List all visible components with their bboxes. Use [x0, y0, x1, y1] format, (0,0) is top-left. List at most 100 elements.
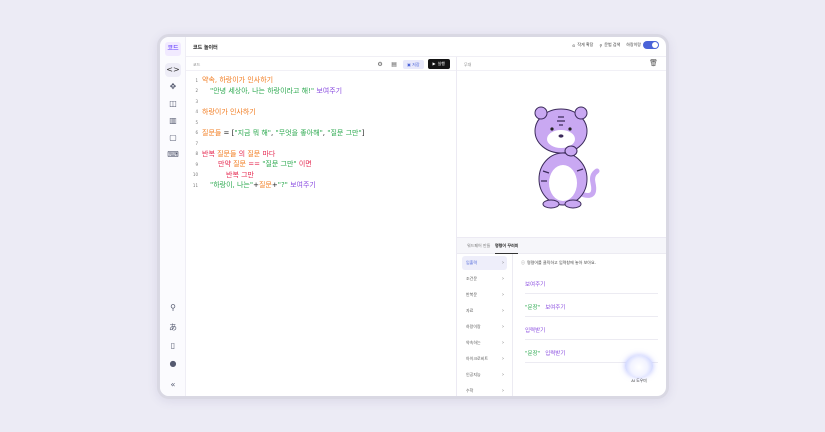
line-number: 6 [195, 130, 198, 136]
chat-icon[interactable]: ▢ [165, 131, 181, 145]
clipboard-icon[interactable]: ▤ [389, 60, 399, 69]
code-token: 질문들 [202, 128, 222, 137]
category-item[interactable]: 하랑이랑 › [462, 320, 507, 334]
code-line[interactable]: 10 반복 그만 [186, 170, 456, 181]
code-token: 질문 [233, 160, 246, 169]
tiger-paw [564, 145, 578, 157]
chevron-right-icon: › [502, 388, 504, 394]
settings-icon[interactable]: ⚙ [375, 60, 385, 69]
line-number: 11 [192, 182, 198, 188]
code-editor: 코드 ⚙ ▤ ▣ 저장 ▶ 실행 1 약속, 하랑이가 인사하기 2 "안녕 세상아,… [186, 57, 457, 396]
code-token: 질문 [247, 149, 261, 158]
save-button[interactable]: ▣ 저장 [403, 59, 424, 69]
code-line[interactable]: 1 약속, 하랑이가 인사하기 [186, 75, 456, 86]
category-label: 자료 [466, 308, 474, 313]
mode-label: 하랑이랑 [626, 42, 641, 47]
chevron-right-icon: › [502, 260, 504, 266]
command-block[interactable]: 입력받기 [525, 320, 658, 340]
category-label: 입출력 [466, 260, 478, 265]
block-token: 입력받기 [525, 327, 546, 334]
code-content: 약속, 하랑이가 인사하기 [202, 75, 273, 85]
code-icon[interactable]: <> [165, 63, 181, 77]
run-button[interactable]: ▶ 실행 [427, 59, 450, 69]
save-label: 저장 [412, 61, 420, 67]
translate-icon[interactable]: あ [165, 321, 181, 335]
category-item[interactable]: 약속하는 › [462, 336, 507, 350]
keyboard-icon[interactable]: ⌨ [165, 148, 181, 162]
category-item[interactable]: 인공지능 › [462, 368, 507, 382]
tiger-muzzle [547, 130, 575, 148]
category-item[interactable]: 자료 › [462, 304, 507, 318]
code-line[interactable]: 9 만약 질문 == "질문 그만" 이면 [186, 159, 456, 170]
code-token: 이면 [296, 160, 312, 169]
tab-command-pack[interactable]: 명령어 꾸러미 [495, 243, 519, 254]
expand-button[interactable]: ⊙ 작게 확장 [572, 42, 593, 48]
code-line[interactable]: 6 질문들 = ["지금 뭐 해", "무엇을 좋아해", "질문 그만"] [186, 128, 456, 139]
tiger-left-foot [542, 199, 560, 209]
collapse-icon[interactable]: « [165, 378, 181, 392]
syntax-search-button[interactable]: ⚲ 문법 검색 [599, 42, 620, 48]
category-label: 반복문 [466, 292, 478, 297]
code-content: 하랑이가 인사하기 [202, 107, 256, 117]
code-line[interactable]: 4 하랑이가 인사하기 [186, 107, 456, 118]
ai-helper-icon [625, 355, 653, 377]
code-token: 약속, 하랑이가 인사하기 [202, 76, 274, 85]
command-block[interactable]: 보여주기 [525, 274, 658, 294]
stage-header: 무대 🗑 [457, 57, 666, 71]
code-token: = [ [221, 128, 235, 137]
command-block[interactable]: "문장" 보여주기 [525, 297, 658, 317]
category-label: 아이크로비트 [466, 356, 489, 361]
chevron-right-icon: › [502, 356, 504, 362]
code-line[interactable]: 7 [186, 138, 456, 149]
line-number: 5 [195, 119, 198, 125]
code-line[interactable]: 2 "안녕 세상아, 나는 하랑이라고 해!" 보여주기 [186, 86, 456, 97]
code-token: ] [361, 128, 365, 137]
category-label: 조건문 [466, 276, 478, 281]
run-label: 실행 [437, 61, 445, 66]
chevron-right-icon: › [502, 372, 504, 378]
code-token: 만약 [218, 160, 234, 169]
code-area[interactable]: 1 약속, 하랑이가 인사하기 2 "안녕 세상아, 나는 하랑이라고 해!" 보여주… [186, 75, 456, 191]
block-token: "문장" [525, 350, 541, 357]
chevron-right-icon: › [502, 340, 504, 346]
category-label: 약속하는 [466, 340, 481, 345]
line-number: 8 [195, 151, 198, 157]
category-item[interactable]: 반복문 › [462, 288, 507, 302]
play-icon: ▶ [432, 61, 436, 66]
code-line[interactable]: 5 [186, 117, 456, 128]
code-token: 반복 그만 [226, 170, 254, 179]
code-token: == [246, 160, 263, 169]
code-token: 보여주기 [314, 86, 343, 95]
category-item[interactable]: 수학 › [462, 384, 507, 396]
bookmark-icon[interactable]: ▯ [165, 339, 181, 353]
code-token: 마다 [260, 149, 276, 158]
robot-icon[interactable]: ◫ [165, 97, 181, 111]
code-line[interactable]: 3 [186, 96, 456, 107]
code-token: "안녕 세상아, 나는 하랑이라고 해!" [210, 86, 315, 95]
block-token: 보여주기 [525, 281, 546, 288]
app-window: 코드 <> ✥ ◫ ▥ ▢ ⌨ ⚲ あ ▯ ● « 코드 놀이터 ⊙ 작게 확장… [157, 34, 669, 399]
zoom-icon[interactable]: ⚲ [165, 301, 181, 315]
trash-icon[interactable]: 🗑 [649, 59, 658, 67]
chart-icon[interactable]: ▥ [165, 114, 181, 128]
code-line[interactable]: 11 "하랑이, 나는"+질문+"?" 보여주기 [186, 180, 456, 191]
stage-panel: 무대 🗑 [457, 57, 666, 237]
code-token: 하랑이가 인사하기 [202, 107, 256, 116]
code-line[interactable]: 8 반복 질문들 의 질문 마다 [186, 149, 456, 160]
user-icon[interactable]: ● [165, 357, 181, 371]
tiger-right-foot [564, 199, 582, 209]
app-logo: 코드 [165, 42, 181, 56]
category-item[interactable]: 입출력 › [462, 256, 507, 270]
chevron-right-icon: › [502, 308, 504, 314]
mode-toggle[interactable] [643, 41, 659, 49]
left-rail: 코드 <> ✥ ◫ ▥ ▢ ⌨ ⚲ あ ▯ ● « [160, 37, 186, 396]
category-item[interactable]: 아이크로비트 › [462, 352, 507, 366]
ai-helper-button[interactable]: AI 도우미 [624, 355, 654, 384]
category-item[interactable]: 조건문 › [462, 272, 507, 286]
puzzle-icon[interactable]: ✥ [165, 80, 181, 94]
hint-text: ⓘ 명령어를 클릭하고 입력창에 놓아 보아요. [521, 260, 596, 266]
code-content: 반복 그만 [202, 170, 254, 180]
code-token: 반복 [202, 149, 218, 158]
tab-word-pair[interactable]: 워드페어 만들 [467, 243, 490, 249]
ai-helper-label: AI 도우미 [631, 378, 647, 383]
